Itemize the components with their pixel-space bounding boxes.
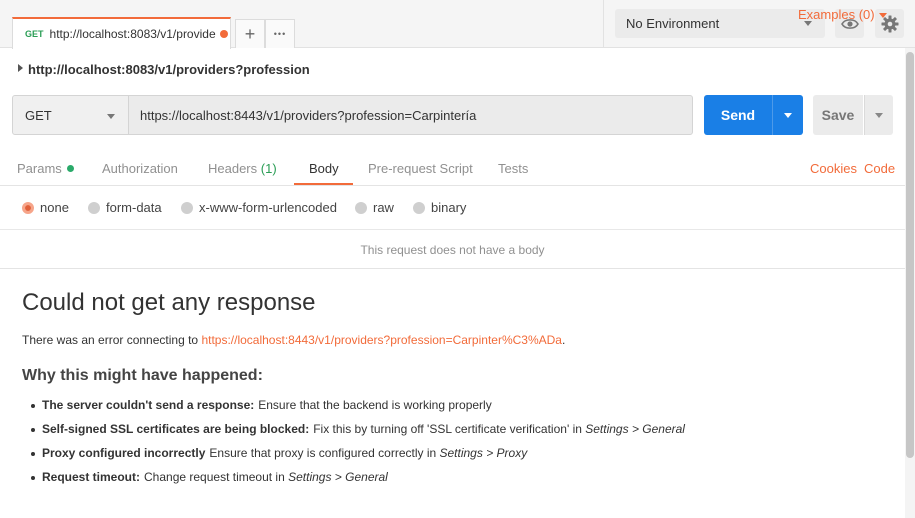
response-error-title: Could not get any response: [22, 289, 316, 316]
body-type-options: none form-data x-www-form-urlencoded raw…: [0, 194, 905, 230]
request-title-row: http://localhost:8083/v1/providers?profe…: [0, 55, 905, 83]
reason-text: Fix this by turning off 'SSL certificate…: [313, 422, 586, 436]
request-name[interactable]: http://localhost:8083/v1/providers?profe…: [28, 62, 310, 77]
save-label: Save: [821, 107, 855, 123]
radio-selected-icon: [22, 201, 34, 214]
reason-text: Ensure that the backend is working prope…: [258, 398, 492, 412]
environment-separator: [603, 0, 604, 48]
more-icon: •••: [273, 29, 287, 39]
list-item: Request timeout: Change request timeout i…: [31, 470, 685, 494]
tab-tests[interactable]: Tests: [498, 161, 528, 176]
environment-selected: No Environment: [626, 16, 720, 31]
send-button[interactable]: Send: [704, 95, 772, 135]
chevron-down-icon: [107, 114, 115, 119]
tab-headers-label: Headers: [208, 161, 258, 176]
radio-icon: [88, 201, 100, 214]
list-item: Proxy configured incorrectly Ensure that …: [31, 446, 685, 470]
radio-binary-label: binary: [431, 200, 467, 215]
reason-label: Proxy configured incorrectly: [42, 446, 206, 460]
radio-binary[interactable]: binary: [413, 200, 466, 215]
no-body-message: This request does not have a body: [0, 231, 905, 269]
radio-icon: [181, 201, 193, 214]
radio-icon: [413, 201, 425, 214]
vertical-scrollbar[interactable]: [905, 48, 915, 518]
reason-text: Ensure that proxy is configured correctl…: [209, 446, 440, 460]
environment-select[interactable]: No Environment: [615, 9, 825, 38]
new-tab-button[interactable]: +: [235, 19, 265, 48]
chevron-down-icon[interactable]: [879, 13, 887, 18]
tab-params[interactable]: Params: [17, 161, 74, 176]
method-selected: GET: [25, 107, 52, 123]
list-item: Self-signed SSL certificates are being b…: [31, 422, 685, 446]
why-heading: Why this might have happened:: [22, 367, 263, 384]
reason-text: Change request timeout in: [144, 470, 289, 484]
error-message: There was an error connecting to https:/…: [22, 333, 565, 347]
radio-form-data-label: form-data: [106, 200, 162, 215]
reason-label: The server couldn't send a response:: [42, 398, 255, 412]
bullet-icon: [31, 476, 35, 480]
scrollbar-thumb[interactable]: [906, 52, 914, 458]
tab-headers[interactable]: Headers (1): [208, 161, 277, 176]
radio-none-label: none: [40, 200, 69, 215]
request-tab[interactable]: GET http://localhost:8083/v1/provide: [12, 17, 231, 49]
tab-authorization[interactable]: Authorization: [102, 161, 178, 176]
code-link[interactable]: Code: [864, 161, 895, 176]
tab-strip: GET http://localhost:8083/v1/provide + •…: [0, 0, 915, 49]
error-prefix: There was an error connecting to: [22, 333, 202, 347]
headers-count: (1): [260, 161, 277, 176]
tab-body[interactable]: Body: [309, 161, 339, 176]
send-label: Send: [720, 107, 756, 123]
cookies-link[interactable]: Cookies: [810, 161, 857, 176]
tab-options-button[interactable]: •••: [265, 19, 295, 48]
radio-none[interactable]: none: [22, 200, 69, 215]
reason-setting: Settings > General: [288, 470, 388, 484]
radio-icon: [355, 201, 367, 214]
chevron-down-icon: [784, 113, 792, 118]
caret-right-icon[interactable]: [18, 64, 23, 72]
save-button[interactable]: Save: [813, 95, 863, 135]
request-tab-method: GET: [25, 29, 44, 39]
radio-form-data[interactable]: form-data: [88, 200, 162, 215]
request-tabs: Params Authorization Headers (1) Body Pr…: [0, 152, 905, 186]
error-url-link[interactable]: https://localhost:8443/v1/providers?prof…: [201, 333, 562, 347]
send-options-button[interactable]: [772, 95, 803, 135]
error-suffix: .: [561, 333, 566, 347]
unsaved-changes-dot: [219, 30, 228, 38]
reason-setting: Settings > General: [585, 422, 685, 436]
reason-label: Self-signed SSL certificates are being b…: [42, 422, 310, 436]
save-options-button[interactable]: [864, 95, 893, 135]
radio-x-www-form-urlencoded[interactable]: x-www-form-urlencoded: [181, 200, 337, 215]
reason-label: Request timeout:: [42, 470, 141, 484]
params-indicator-dot: [66, 165, 74, 172]
url-input[interactable]: [128, 95, 693, 135]
method-select[interactable]: GET: [12, 95, 129, 135]
radio-urlencoded-label: x-www-form-urlencoded: [199, 200, 337, 215]
tab-pre-request-script[interactable]: Pre-request Script: [368, 161, 473, 176]
request-tab-url: http://localhost:8083/v1/provide: [49, 27, 216, 41]
radio-raw[interactable]: raw: [355, 200, 394, 215]
radio-raw-label: raw: [373, 200, 394, 215]
tab-params-label: Params: [17, 161, 62, 176]
plus-icon: +: [244, 23, 256, 44]
examples-link[interactable]: Examples (0): [798, 7, 875, 22]
reason-list: The server couldn't send a response: Ensu…: [31, 398, 685, 494]
bullet-icon: [31, 452, 35, 456]
reason-setting: Settings > Proxy: [439, 446, 528, 460]
bullet-icon: [31, 404, 35, 408]
chevron-down-icon: [875, 113, 883, 118]
active-tab-indicator: [294, 183, 353, 185]
list-item: The server couldn't send a response: Ensu…: [31, 398, 685, 422]
bullet-icon: [31, 428, 35, 432]
